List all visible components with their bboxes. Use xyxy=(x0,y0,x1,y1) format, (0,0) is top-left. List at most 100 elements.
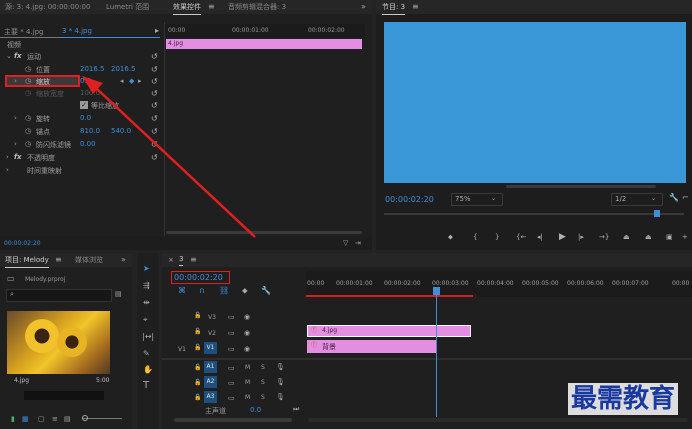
project-file-name: Melody.prproj xyxy=(25,276,66,283)
mark-in-icon[interactable]: { xyxy=(473,233,477,241)
solo-button[interactable]: S xyxy=(261,364,265,371)
export-frame-icon[interactable]: ▣ xyxy=(666,233,673,241)
wrench-icon[interactable]: 🔧 xyxy=(669,194,679,202)
program-monitor-panel: 节目: 3 ≡ 00:00:02:20 75% ⌄ 1/2 ⌄ 🔧 ⌐ ⬥ { … xyxy=(376,0,692,250)
lock-icon[interactable]: 🔓 xyxy=(194,312,201,320)
ruler-label-6: 00:00:06:00 xyxy=(567,280,604,287)
thumbnail-zoom-knob[interactable] xyxy=(82,415,88,421)
track-select-icon[interactable]: ⇶ xyxy=(143,282,150,290)
mark-out-icon[interactable]: } xyxy=(495,233,499,241)
mic-icon[interactable]: 🎙 xyxy=(276,393,285,401)
tab-sequence[interactable]: 3 xyxy=(179,255,184,266)
playhead-marker[interactable] xyxy=(433,287,440,295)
track-v2-label[interactable]: V2 xyxy=(208,330,216,337)
solo-button[interactable]: S xyxy=(261,394,265,401)
sync-lock-icon[interactable]: ▭ xyxy=(228,345,235,353)
sync-lock-icon[interactable]: ▭ xyxy=(228,313,235,321)
new-bin-icon[interactable]: ▤ xyxy=(115,290,122,298)
go-to-in-icon[interactable]: {← xyxy=(516,233,526,241)
ruler-label-3: 00:00:03:00 xyxy=(432,280,469,287)
eye-icon[interactable]: ◉ xyxy=(244,329,250,337)
watermark: 最需教育 xyxy=(568,383,679,415)
track-v3-label[interactable]: V3 xyxy=(208,314,216,321)
icon-view-icon[interactable]: ▦ xyxy=(22,415,29,423)
sort-icon[interactable]: ≡ xyxy=(52,415,58,423)
razor-tool-icon[interactable]: ⌖ xyxy=(143,316,148,324)
timeline-timecode[interactable]: 00:00:02:20 xyxy=(174,273,223,282)
mute-button[interactable]: M xyxy=(245,394,250,401)
fx-badge-icon: ⓕ xyxy=(311,327,318,334)
timeline-h-scroll-right[interactable] xyxy=(308,418,688,422)
sync-lock-icon[interactable]: ▭ xyxy=(228,394,235,402)
ripple-edit-icon[interactable]: ⇹ xyxy=(143,299,150,307)
tab-project[interactable]: 项目: Melody xyxy=(5,255,49,268)
program-timecode[interactable]: 00:00:02:20 xyxy=(385,195,434,204)
linked-selection-icon[interactable]: ⛓ xyxy=(219,287,229,295)
ruler-label-0: 00:00 xyxy=(307,280,325,287)
lift-icon[interactable]: ⏏ xyxy=(623,233,630,241)
mic-icon[interactable]: 🎙 xyxy=(276,363,285,371)
tools-panel: ➤ ⇶ ⇹ ⌖ |↔| ✎ ✋ T xyxy=(137,253,159,429)
pen-tool-icon[interactable]: ✎ xyxy=(143,350,150,358)
work-area-bar[interactable] xyxy=(306,295,473,297)
tab-media-browser[interactable]: 媒体浏览 xyxy=(75,255,103,265)
close-icon[interactable]: × xyxy=(168,256,174,264)
media-thumbnail[interactable] xyxy=(7,311,110,374)
mic-icon[interactable]: 🎙 xyxy=(276,378,285,386)
mute-button[interactable]: M xyxy=(245,379,250,386)
source-v1-label[interactable]: V1 xyxy=(178,346,186,353)
track-a2-button[interactable]: A2 xyxy=(204,376,217,388)
panel-overflow-icon[interactable]: ⌐ xyxy=(682,194,689,202)
skip-end-icon[interactable]: ⏭ xyxy=(293,405,299,413)
hand-tool-icon[interactable]: ✋ xyxy=(143,366,153,374)
type-tool-icon[interactable]: T xyxy=(143,381,149,391)
lock-icon[interactable]: 🔓 xyxy=(194,364,201,372)
master-volume-value[interactable]: 0.0 xyxy=(250,406,261,414)
extract-icon[interactable]: ⏏ xyxy=(645,233,652,241)
search-input[interactable] xyxy=(6,289,112,302)
solo-button[interactable]: S xyxy=(261,379,265,386)
program-zoom-scroll[interactable] xyxy=(506,185,656,188)
lock-icon[interactable]: 🔓 xyxy=(194,379,201,387)
button-editor-icon[interactable]: + xyxy=(682,233,688,241)
settings-wrench-icon[interactable]: 🔧 xyxy=(261,287,271,295)
step-back-icon[interactable]: ◂| xyxy=(537,233,543,241)
eye-icon[interactable]: ◉ xyxy=(244,345,250,353)
step-forward-icon[interactable]: |▸ xyxy=(578,233,584,241)
lock-icon[interactable]: 🔓 xyxy=(194,394,201,402)
selection-tool-icon[interactable]: ➤ xyxy=(143,265,150,273)
program-screen[interactable] xyxy=(384,22,686,183)
track-v1-button[interactable]: V1 xyxy=(204,342,217,354)
eye-icon[interactable]: ◉ xyxy=(244,313,250,321)
lock-icon[interactable]: 🔓 xyxy=(194,328,201,336)
panel-menu-icon[interactable]: ≡ xyxy=(55,256,62,264)
thumbnail-zoom-slider[interactable] xyxy=(82,418,122,419)
mute-button[interactable]: M xyxy=(245,364,250,371)
program-playhead[interactable] xyxy=(654,210,660,217)
go-to-out-icon[interactable]: →} xyxy=(599,233,609,241)
zoom-value: 75% xyxy=(455,195,471,203)
snap-icon[interactable]: ∩ xyxy=(199,287,205,295)
track-a3-button[interactable]: A3 xyxy=(204,391,217,403)
panel-overflow-icon[interactable]: » xyxy=(121,256,126,264)
slip-tool-icon[interactable]: |↔| xyxy=(142,333,154,341)
panel-menu-icon[interactable]: ≡ xyxy=(412,3,419,11)
sync-lock-icon[interactable]: ▭ xyxy=(228,379,235,387)
track-a1-button[interactable]: A1 xyxy=(204,361,217,373)
play-icon[interactable]: ▶ xyxy=(559,232,566,242)
sync-lock-icon[interactable]: ▭ xyxy=(228,329,235,337)
add-marker-icon[interactable]: ⬥ xyxy=(448,233,453,242)
program-scrub-bar[interactable] xyxy=(384,213,684,215)
nest-icon[interactable]: ⌘ xyxy=(178,287,186,295)
lock-icon[interactable]: 🔓 xyxy=(194,344,201,352)
automate-icon[interactable]: ▤ xyxy=(64,415,71,423)
freeform-view-icon[interactable]: ▢ xyxy=(38,415,45,423)
ruler-label-5: 00:00:05:00 xyxy=(522,280,559,287)
sync-lock-icon[interactable]: ▭ xyxy=(228,364,235,372)
timeline-h-scroll[interactable] xyxy=(174,418,292,422)
timeline-tabbar xyxy=(162,253,692,267)
add-marker-icon[interactable]: ⬥ xyxy=(242,287,248,295)
program-title[interactable]: 节目: 3 xyxy=(382,2,406,15)
panel-menu-icon[interactable]: ≡ xyxy=(190,256,197,264)
list-view-icon[interactable]: ▮ xyxy=(11,415,15,423)
